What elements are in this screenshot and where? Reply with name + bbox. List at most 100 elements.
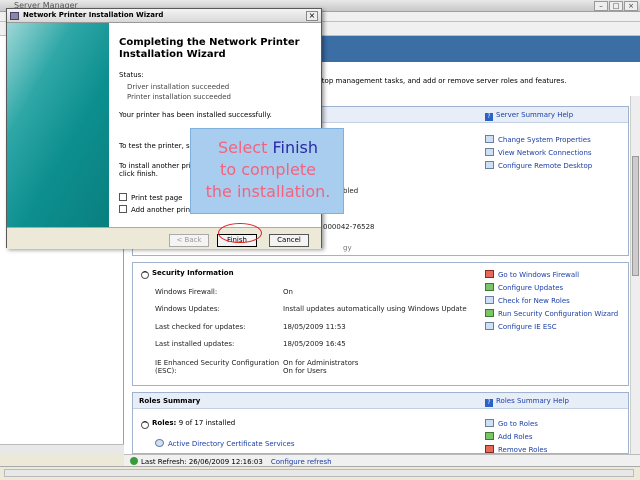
task-label: Configure Updates [498, 284, 564, 292]
task-run-security-wizard[interactable]: Run Security Configuration Wizard [485, 309, 618, 318]
ie-esc-value: On for Administrators [283, 359, 359, 367]
printer-status: Printer installation succeeded [127, 93, 231, 101]
collapse-icon[interactable]: ^ [141, 271, 149, 279]
last-checked-value: 18/05/2009 11:53 [283, 323, 346, 331]
collapse-icon[interactable]: ^ [141, 421, 149, 429]
task-configure-updates[interactable]: Configure Updates [485, 283, 563, 292]
firewall-value: On [283, 288, 293, 296]
bottom-bar [0, 466, 640, 480]
checkbox-icon[interactable] [119, 193, 127, 201]
minimize-icon[interactable]: – [594, 1, 608, 11]
roles-count-label: Roles: [152, 419, 177, 427]
ie-esc-value-2: On for Users [283, 367, 327, 375]
add-icon [485, 432, 494, 440]
task-check-new-roles[interactable]: Check for New Roles [485, 296, 570, 305]
roles-summary-title: Roles Summary [139, 397, 201, 405]
wizard-footer: < Back Finish Cancel [7, 227, 321, 249]
finish-highlight-ring [218, 223, 262, 243]
ie-esc-label-2: (ESC): [155, 367, 177, 375]
product-id-value: 000042-76528 [323, 223, 375, 231]
roles-summary-header: Roles Summary ? Roles Summary Help [133, 393, 628, 409]
task-go-to-firewall[interactable]: Go to Windows Firewall [485, 270, 579, 279]
task-remove-roles[interactable]: Remove Roles [485, 445, 547, 454]
server-summary-help-link[interactable]: ? Server Summary Help [485, 111, 573, 121]
checkbox-icon[interactable] [119, 205, 127, 213]
printer-icon [10, 12, 19, 20]
refresh-icon [130, 457, 138, 465]
configure-refresh-link[interactable]: Configure refresh [271, 458, 332, 466]
status-bar: Last Refresh: 26/06/2009 12:16:03 Configu… [124, 454, 640, 466]
callout-line1-emphasis: Finish [272, 138, 318, 157]
success-message: Your printer has been installed successf… [119, 111, 272, 119]
callout-line1-pre: Select [218, 138, 273, 157]
status-text: Last Refresh: 26/06/2009 12:16:03 Configu… [130, 457, 332, 466]
roles-help-label: Roles Summary Help [496, 397, 569, 405]
task-change-system-properties[interactable]: Change System Properties [485, 135, 591, 144]
summary-partial-value: bled [343, 187, 359, 195]
horizontal-scrollbar[interactable] [4, 469, 634, 477]
close-icon[interactable]: × [306, 11, 318, 21]
task-label: Remove Roles [498, 446, 548, 454]
role-active-directory-cert[interactable]: Active Directory Certificate Services [155, 439, 294, 448]
security-information-section: ^ Security Information Windows Firewall: … [132, 262, 629, 386]
role-icon [155, 439, 164, 447]
updates-icon [485, 283, 494, 291]
remote-desktop-icon [485, 161, 494, 169]
add-another-printer-checkbox[interactable]: Add another printer [119, 205, 200, 214]
firewall-label: Windows Firewall: [155, 288, 218, 296]
roles-summary-help-link[interactable]: ? Roles Summary Help [485, 397, 569, 407]
roles-icon [485, 296, 494, 304]
install-instruction-2: click finish. [119, 170, 158, 178]
print-test-page-checkbox[interactable]: Print test page [119, 193, 182, 202]
roles-summary-section: Roles Summary ? Roles Summary Help ^ Roles… [132, 392, 629, 454]
task-configure-ie-esc[interactable]: Configure IE ESC [485, 322, 557, 331]
scroll-thumb[interactable] [632, 156, 639, 276]
main-vertical-scrollbar[interactable] [630, 96, 640, 454]
wizard-title: Network Printer Installation Wizard [23, 11, 164, 19]
task-label: Go to Windows Firewall [498, 271, 580, 279]
roles-count-value: 9 of 17 installed [178, 419, 236, 427]
updates-label: Windows Updates: [155, 305, 220, 313]
help-icon: ? [485, 399, 493, 407]
close-icon[interactable]: × [624, 1, 638, 11]
security-title-label: Security Information [152, 269, 234, 277]
wizard-heading-line2: Installation Wizard [119, 49, 226, 60]
remove-icon [485, 445, 494, 453]
task-label: Go to Roles [498, 420, 538, 428]
instruction-callout: Select Finish to complete the installati… [190, 128, 344, 214]
print-test-page-label: Print test page [131, 194, 183, 202]
task-label: Configure Remote Desktop [498, 162, 593, 170]
roles-icon [485, 419, 494, 427]
maximize-icon[interactable]: □ [609, 1, 623, 11]
back-button[interactable]: < Back [169, 234, 209, 247]
callout-text: Select Finish to complete the installati… [191, 137, 345, 203]
server-summary-help-label: Server Summary Help [496, 111, 574, 119]
cancel-button[interactable]: Cancel [269, 234, 309, 247]
task-label: Change System Properties [498, 136, 591, 144]
intro-text: rm top management tasks, and add or remo… [310, 77, 567, 85]
last-installed-label: Last installed updates: [155, 340, 235, 348]
role-label: Active Directory Certificate Services [168, 440, 295, 448]
callout-line3: the installation. [205, 182, 331, 201]
task-configure-remote-desktop[interactable]: Configure Remote Desktop [485, 161, 592, 170]
task-label: Check for New Roles [498, 297, 570, 305]
wizard-heading: Completing the Network Printer Installat… [119, 37, 309, 61]
ie-esc-label: IE Enhanced Security Configuration [155, 359, 280, 367]
last-refresh-label: Last Refresh: 26/06/2009 12:16:03 [141, 458, 263, 466]
wizard-titlebar[interactable]: Network Printer Installation Wizard × [7, 9, 321, 23]
wizard-heading-line1: Completing the Network Printer [119, 37, 300, 48]
task-label: Configure IE ESC [498, 323, 557, 331]
task-label: Add Roles [498, 433, 533, 441]
computer-icon [485, 135, 494, 143]
tree-horizontal-scrollbar[interactable] [0, 444, 124, 454]
roles-count[interactable]: ^ Roles: 9 of 17 installed [141, 419, 235, 429]
help-icon: ? [485, 113, 493, 121]
updates-value: Install updates automatically using Wind… [283, 305, 467, 313]
task-add-roles[interactable]: Add Roles [485, 432, 533, 441]
security-information-title[interactable]: ^ Security Information [141, 269, 234, 279]
task-view-network-connections[interactable]: View Network Connections [485, 148, 592, 157]
callout-line2: to complete [220, 160, 316, 179]
task-go-to-roles[interactable]: Go to Roles [485, 419, 538, 428]
firewall-icon [485, 270, 494, 278]
driver-status: Driver installation succeeded [127, 83, 230, 91]
